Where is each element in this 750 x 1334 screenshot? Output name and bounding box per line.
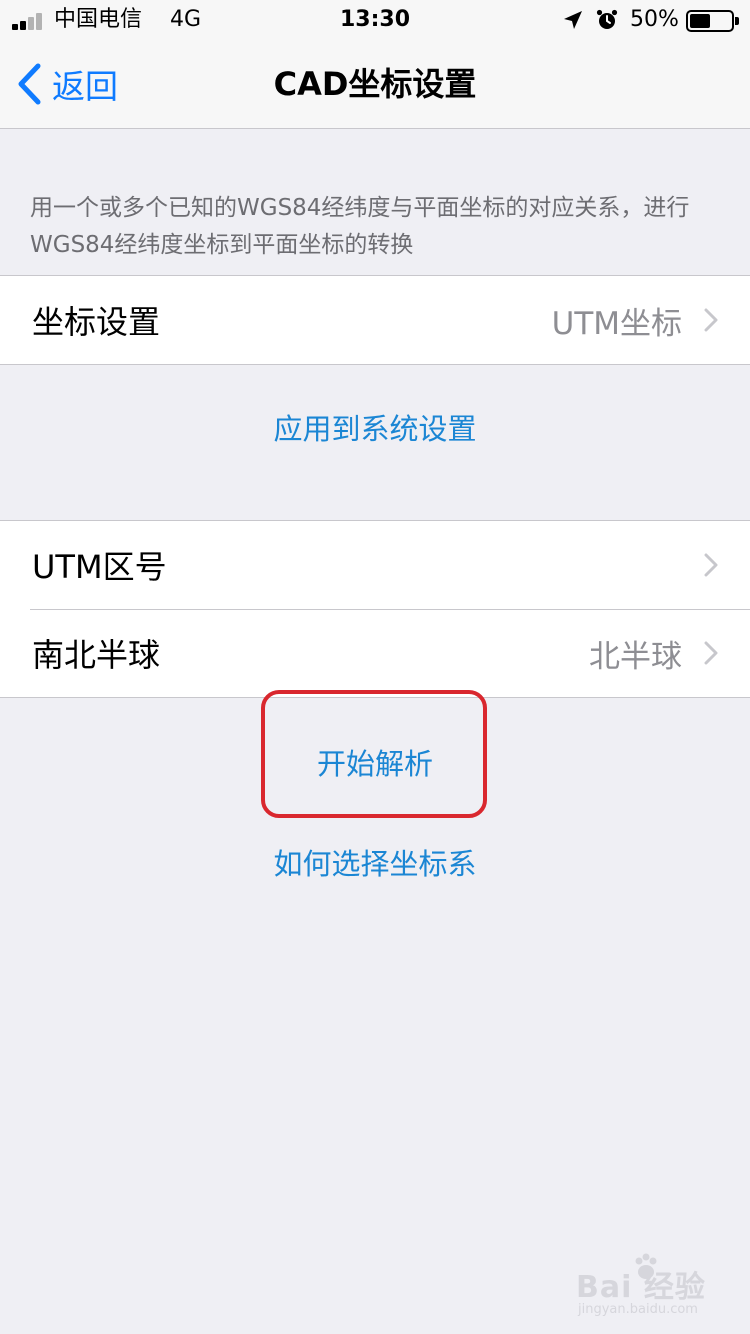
paw-icon xyxy=(635,1253,657,1279)
chevron-right-icon xyxy=(704,553,718,577)
navigation-bar: 返回 CAD坐标设置 xyxy=(0,40,750,129)
chevron-right-icon xyxy=(704,308,718,332)
location-arrow-icon xyxy=(564,11,582,29)
page-title: CAD坐标设置 xyxy=(273,65,477,103)
baidu-jingyan-watermark: Bai 经验 jingyan.baidu.com xyxy=(576,1250,726,1320)
status-bar: 中国电信 4G 13:30 50% xyxy=(0,0,750,40)
apply-to-system-button[interactable]: 应用到系统设置 xyxy=(0,406,750,448)
row-label: UTM区号 xyxy=(32,548,167,586)
coordinate-settings-group: 坐标设置 UTM坐标 xyxy=(0,275,750,365)
hemisphere-row[interactable]: 南北半球 北半球 xyxy=(0,609,750,697)
battery-icon xyxy=(686,10,739,32)
utm-settings-group: UTM区号 南北半球 北半球 xyxy=(0,520,750,698)
start-parsing-button[interactable]: 开始解析 xyxy=(0,741,750,783)
chevron-right-icon xyxy=(704,641,718,665)
coordinate-help-link[interactable]: 如何选择坐标系 xyxy=(0,841,750,883)
utm-zone-row[interactable]: UTM区号 xyxy=(0,521,750,609)
row-value: 北半球 xyxy=(589,638,682,675)
alarm-icon xyxy=(596,9,618,29)
row-label: 南北半球 xyxy=(32,636,161,674)
row-value: UTM坐标 xyxy=(551,305,682,342)
section-description: 用一个或多个已知的WGS84经纬度与平面坐标的对应关系，进行WGS84经纬度坐标… xyxy=(30,195,690,258)
watermark-url: jingyan.baidu.com xyxy=(578,1302,698,1317)
row-label: 坐标设置 xyxy=(32,303,161,341)
battery-percent: 50% xyxy=(630,7,679,32)
coordinate-settings-row[interactable]: 坐标设置 UTM坐标 xyxy=(0,276,750,364)
